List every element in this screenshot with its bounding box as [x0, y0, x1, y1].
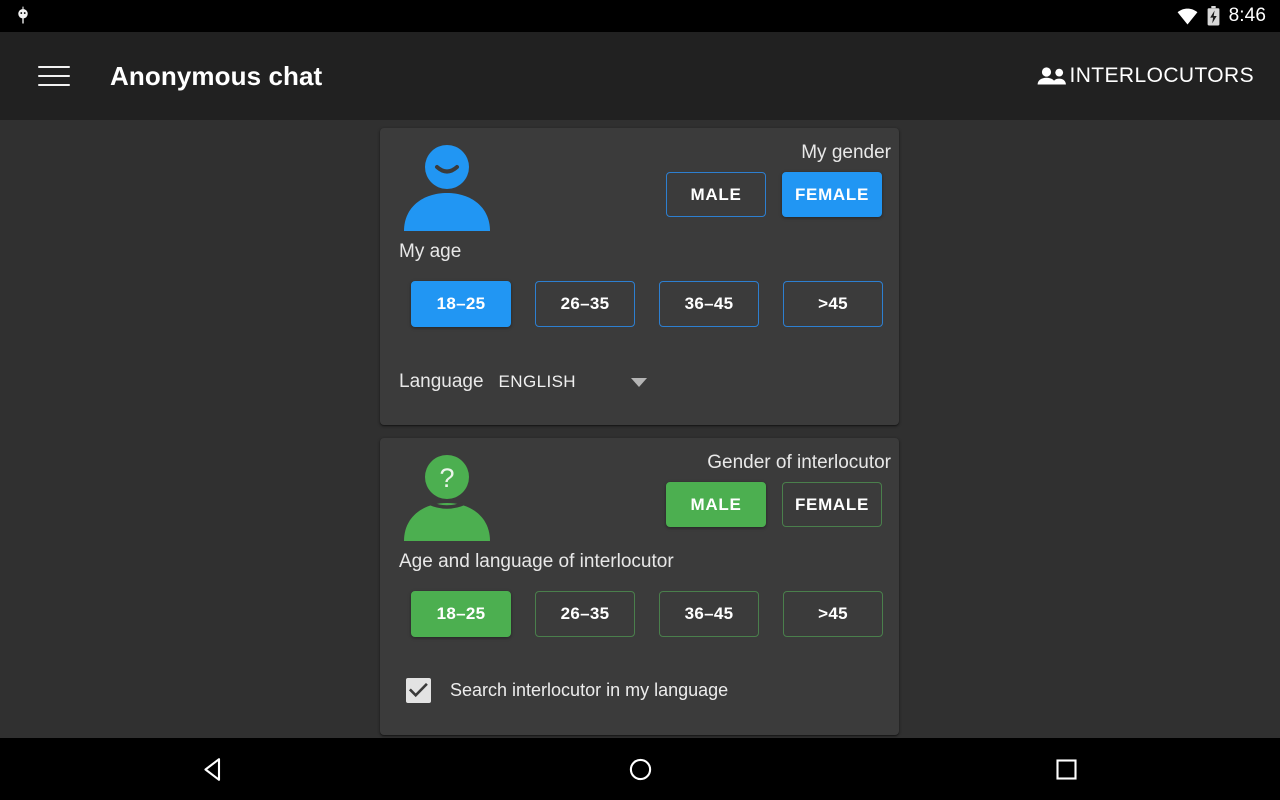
svg-text:?: ? — [439, 463, 454, 493]
my-age-label: My age — [399, 241, 462, 262]
my-age-chip-36-45[interactable]: 36–45 — [659, 281, 759, 327]
interlocutors-button[interactable]: INTERLOCUTORS — [1028, 58, 1263, 94]
device-screen: 8:46 Anonymous chat INTERLOCUTORS My gen… — [0, 0, 1280, 800]
settings-content: My gender MALE FEMALE My age 18–25 26–35… — [0, 120, 1280, 738]
my-age-chip-26-35[interactable]: 26–35 — [535, 281, 635, 327]
interlocutor-age-chip-36-45[interactable]: 36–45 — [659, 591, 759, 637]
my-gender-label: My gender — [801, 142, 891, 163]
language-selector[interactable]: Language ENGLISH — [399, 371, 647, 393]
interlocutor-preferences-card: ? Gender of interlocutor MALE FEMALE Age… — [380, 438, 899, 735]
status-bar: 8:46 — [0, 0, 1280, 32]
language-selected-value: ENGLISH — [498, 372, 576, 391]
my-gender-male-chip[interactable]: MALE — [666, 172, 766, 217]
status-bar-notifications — [14, 6, 1177, 26]
app-bar: Anonymous chat INTERLOCUTORS — [0, 32, 1280, 120]
hamburger-menu-icon[interactable] — [38, 59, 72, 93]
person-smiling-avatar-icon — [404, 145, 490, 231]
search-in-my-language-checkbox[interactable] — [406, 678, 431, 703]
interlocutor-age-chip-over-45[interactable]: >45 — [783, 591, 883, 637]
chevron-down-icon — [630, 377, 647, 387]
my-age-options: 18–25 26–35 36–45 >45 — [411, 281, 883, 327]
person-question-avatar-icon: ? — [404, 455, 490, 541]
nav-home-button[interactable] — [427, 738, 854, 800]
people-icon — [1037, 67, 1066, 85]
battery-charging-icon — [1207, 6, 1220, 26]
hamburger-bar — [38, 66, 70, 68]
my-age-chip-over-45[interactable]: >45 — [783, 281, 883, 327]
interlocutor-age-label: Age and language of interlocutor — [399, 551, 674, 572]
my-age-chip-18-25[interactable]: 18–25 — [411, 281, 511, 327]
home-circle-icon — [629, 758, 651, 780]
interlocutors-button-label: INTERLOCUTORS — [1069, 64, 1254, 87]
page-title: Anonymous chat — [110, 60, 323, 91]
my-gender-female-chip[interactable]: FEMALE — [782, 172, 882, 217]
interlocutor-age-chip-18-25[interactable]: 18–25 — [411, 591, 511, 637]
hamburger-bar — [38, 84, 70, 86]
wifi-icon — [1177, 8, 1198, 24]
nav-recents-button[interactable] — [853, 738, 1280, 800]
hamburger-bar — [38, 75, 70, 77]
my-gender-options: MALE FEMALE — [666, 172, 882, 217]
checkmark-icon — [409, 683, 428, 698]
my-profile-card: My gender MALE FEMALE My age 18–25 26–35… — [380, 128, 899, 425]
recents-square-icon — [1056, 758, 1077, 780]
nav-back-button[interactable] — [0, 738, 427, 800]
interlocutor-age-options: 18–25 26–35 36–45 >45 — [411, 591, 883, 637]
interlocutor-gender-male-chip[interactable]: MALE — [666, 482, 766, 527]
search-in-my-language-label: Search interlocutor in my language — [450, 680, 729, 700]
search-in-my-language-row[interactable]: Search interlocutor in my language — [406, 678, 728, 703]
interlocutor-gender-label: Gender of interlocutor — [707, 452, 891, 473]
android-navigation-bar — [0, 738, 1280, 800]
interlocutor-age-chip-26-35[interactable]: 26–35 — [535, 591, 635, 637]
my-profile-card-inner: My gender MALE FEMALE My age 18–25 26–35… — [380, 128, 899, 425]
interlocutor-gender-female-chip[interactable]: FEMALE — [782, 482, 882, 527]
back-triangle-icon — [204, 757, 220, 781]
interlocutor-gender-options: MALE FEMALE — [666, 482, 882, 527]
status-bar-indicators: 8:46 — [1177, 6, 1266, 26]
android-bug-icon — [18, 6, 28, 24]
status-bar-clock: 8:46 — [1228, 5, 1266, 26]
language-label: Language — [399, 371, 484, 392]
interlocutor-card-inner: ? Gender of interlocutor MALE FEMALE Age… — [380, 438, 899, 735]
